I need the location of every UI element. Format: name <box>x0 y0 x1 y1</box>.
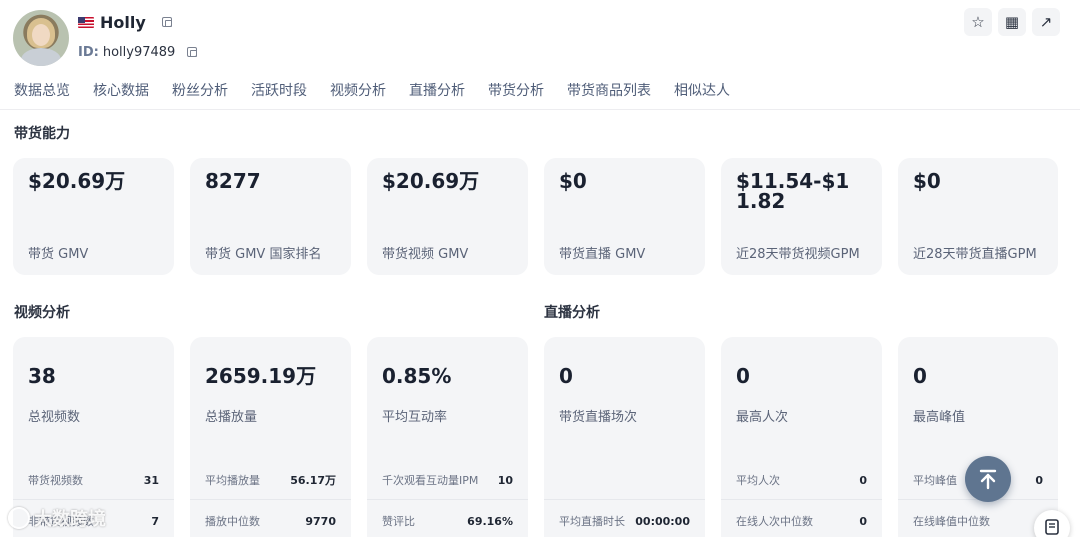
card-value: 0.85% <box>382 364 452 388</box>
document-icon <box>1045 519 1059 535</box>
card-value: 0 <box>913 364 927 388</box>
sales-card-video-gpm: $11.54-$11.82 近28天带货视频GPM <box>721 158 882 275</box>
card-label: 总播放量 <box>205 410 258 425</box>
live-card-sessions: 0 带货直播场次 平均直播时长 00:00:00 <box>544 337 705 537</box>
live-card-peak: 0 最高峰值 平均峰值 0 在线峰值中位数 <box>898 337 1058 537</box>
card-value: $11.54-$11.82 <box>736 169 850 213</box>
card-value: 2659.19万 <box>205 364 317 388</box>
card-label: 平均互动率 <box>382 410 448 425</box>
notes-button[interactable] <box>1034 510 1070 537</box>
sales-card-gmv: $20.69万 带货 GMV <box>13 158 174 275</box>
copy-name-icon[interactable] <box>161 17 172 27</box>
watermark: 大数跨境 <box>8 505 106 531</box>
video-card-engagement: 0.85% 平均互动率 千次观看互动量IPM 10 赞评比 69.16% <box>367 337 528 537</box>
tab-overview[interactable]: 数据总览 <box>14 80 70 100</box>
divider <box>13 499 174 500</box>
card-value: 0 <box>736 364 750 388</box>
sales-card-live-gpm: $0 近28天带货直播GPM <box>898 158 1058 275</box>
card-label: 带货直播场次 <box>559 410 638 425</box>
scroll-to-top-button[interactable] <box>965 456 1011 502</box>
video-card-plays: 2659.19万 总播放量 平均播放量 56.17万 播放中位数 9770 <box>190 337 351 537</box>
live-section-title: 直播分析 <box>544 305 600 321</box>
tab-similar-creators[interactable]: 相似达人 <box>674 80 730 100</box>
divider <box>721 499 882 500</box>
tab-core-data[interactable]: 核心数据 <box>93 80 149 100</box>
tab-video[interactable]: 视频分析 <box>330 80 386 100</box>
share-external-icon[interactable]: ↗ <box>1032 8 1060 36</box>
card-label: 带货视频 GMV <box>382 247 469 262</box>
card-label: 最高人次 <box>736 410 789 425</box>
card-label: 近28天带货视频GPM <box>736 247 860 262</box>
video-section-title: 视频分析 <box>14 305 70 321</box>
stat-row: 赞评比 69.16% <box>382 514 513 529</box>
name-row: Holly <box>78 11 172 33</box>
card-value: $0 <box>559 169 587 193</box>
divider <box>367 499 528 500</box>
tab-active-time[interactable]: 活跃时段 <box>251 80 307 100</box>
tab-sales[interactable]: 带货分析 <box>488 80 544 100</box>
live-card-max-viewers: 0 最高人次 平均人次 0 在线人次中位数 0 <box>721 337 882 537</box>
tab-fans[interactable]: 粉丝分析 <box>172 80 228 100</box>
card-label: 最高峰值 <box>913 410 966 425</box>
divider <box>190 499 351 500</box>
tab-product-list[interactable]: 带货商品列表 <box>567 80 651 100</box>
stat-row: 带货视频数 31 <box>28 473 159 488</box>
arrow-up-icon <box>979 469 997 490</box>
stat-row: 在线人次中位数 0 <box>736 514 867 529</box>
stat-row: 播放中位数 9770 <box>205 514 336 529</box>
favorite-star-icon[interactable]: ☆ <box>964 8 992 36</box>
id-row: ID: holly97489 <box>78 42 198 62</box>
stat-row: 千次观看互动量IPM 10 <box>382 473 513 488</box>
watermark-text: 大数跨境 <box>34 509 106 530</box>
sales-card-gmv-rank: 8277 带货 GMV 国家排名 <box>190 158 351 275</box>
qr-code-icon[interactable]: ▦ <box>998 8 1026 36</box>
profile-header: Holly ID: holly97489 ☆ ▦ ↗ 数据总览 核心数据 粉丝分… <box>0 0 1080 110</box>
section-tabs: 数据总览 核心数据 粉丝分析 活跃时段 视频分析 直播分析 带货分析 带货商品列… <box>14 80 753 100</box>
copy-id-icon[interactable] <box>187 47 198 57</box>
card-label: 总视频数 <box>28 410 81 425</box>
card-value: $20.69万 <box>382 169 480 193</box>
card-value: 8277 <box>205 169 261 193</box>
sales-section-title: 带货能力 <box>14 126 70 142</box>
divider <box>544 499 705 500</box>
card-label: 带货直播 GMV <box>559 247 646 262</box>
card-value: 38 <box>28 364 56 388</box>
sales-card-video-gmv: $20.69万 带货视频 GMV <box>367 158 528 275</box>
stat-row: 平均直播时长 00:00:00 <box>559 514 690 529</box>
stat-row: 平均人次 0 <box>736 473 867 488</box>
id-value: holly97489 <box>102 44 176 60</box>
top-actions: ☆ ▦ ↗ <box>964 8 1060 36</box>
profile-name: Holly <box>100 12 146 32</box>
avatar[interactable] <box>13 10 69 66</box>
card-label: 近28天带货直播GPM <box>913 247 1037 262</box>
id-label: ID: <box>78 44 99 60</box>
card-value: 0 <box>559 364 573 388</box>
stat-row: 在线峰值中位数 <box>913 515 990 528</box>
stat-row: 平均播放量 56.17万 <box>205 474 336 487</box>
card-label: 带货 GMV 国家排名 <box>205 247 322 262</box>
us-flag-icon <box>78 16 94 28</box>
card-value: $0 <box>913 169 941 193</box>
sales-card-live-gmv: $0 带货直播 GMV <box>544 158 705 275</box>
card-value: $20.69万 <box>28 169 126 193</box>
tab-live[interactable]: 直播分析 <box>409 80 465 100</box>
watermark-logo-icon <box>8 507 30 529</box>
card-label: 带货 GMV <box>28 247 89 262</box>
